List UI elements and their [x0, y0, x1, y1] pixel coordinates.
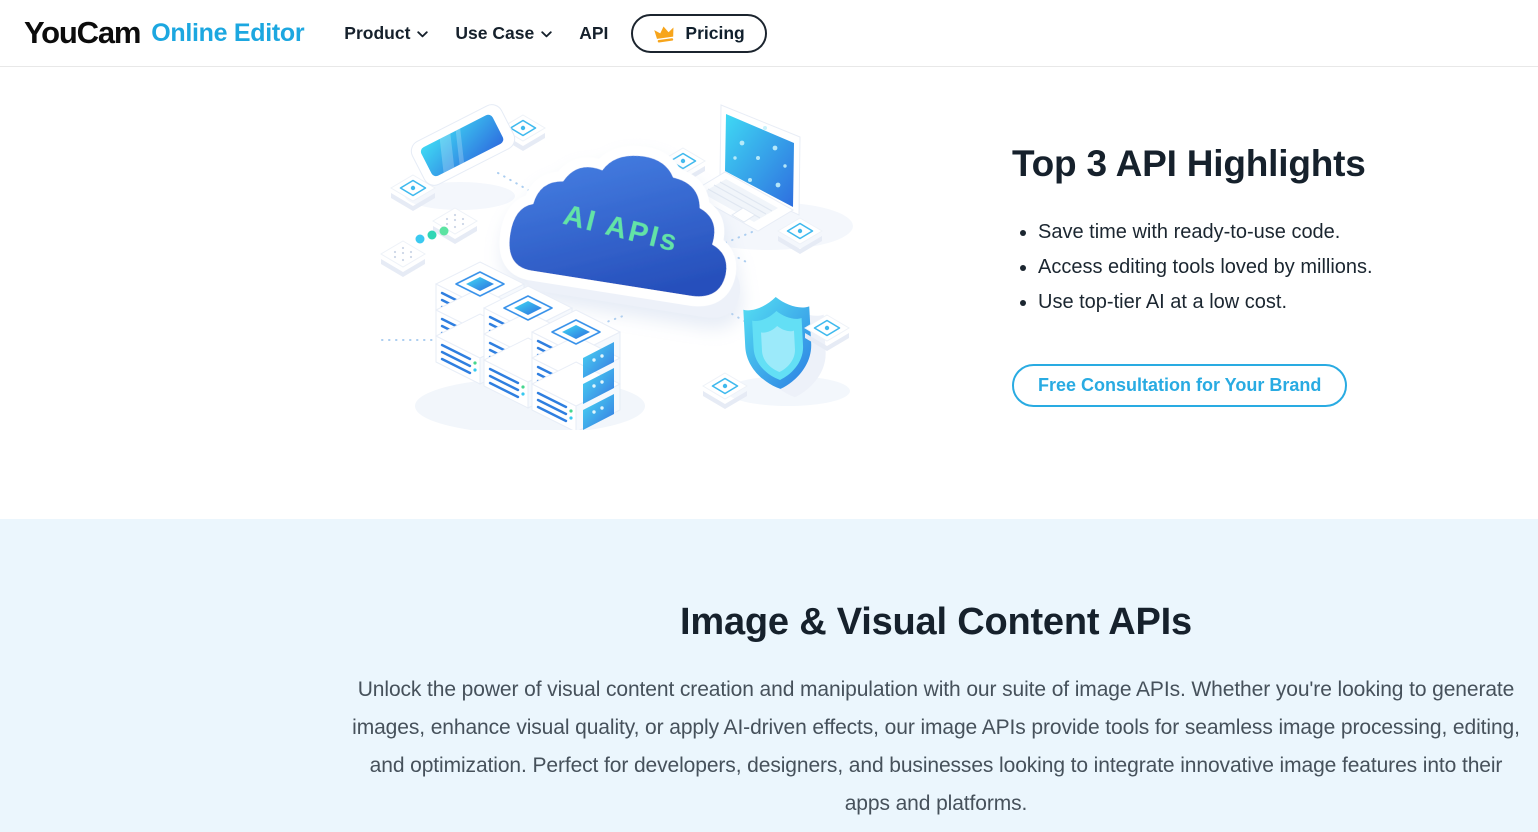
- chevron-down-icon: [541, 31, 552, 38]
- hero-bullet-list: Save time with ready-to-use code. Access…: [1012, 215, 1492, 320]
- hero-copy: Top 3 API Highlights Save time with read…: [1012, 143, 1492, 407]
- nav-item-label: Use Case: [455, 23, 534, 44]
- nav-item-label: Product: [344, 23, 410, 44]
- image-apis-inner: Image & Visual Content APIs Unlock the p…: [0, 519, 1538, 823]
- hero-bullet: Access editing tools loved by millions.: [1038, 250, 1492, 285]
- dot-tile-icon: [433, 208, 477, 244]
- nav-item-label: API: [579, 23, 608, 44]
- nav-item-api[interactable]: API: [579, 23, 608, 44]
- pricing-label: Pricing: [685, 23, 744, 44]
- api-cloud-illustration: AI APIs: [380, 88, 880, 430]
- hero-section: AI APIs: [0, 67, 1538, 519]
- cta-row: Free Consultation for Your Brand: [1012, 364, 1492, 407]
- section-description: Unlock the power of visual content creat…: [349, 671, 1524, 823]
- nav-item-use-case[interactable]: Use Case: [455, 23, 552, 44]
- pricing-button[interactable]: Pricing: [631, 14, 766, 53]
- hero-bullet: Use top-tier AI at a low cost.: [1038, 285, 1492, 320]
- progress-dots: [416, 227, 449, 244]
- free-consultation-button[interactable]: Free Consultation for Your Brand: [1012, 364, 1347, 407]
- section-title: Image & Visual Content APIs: [0, 601, 1538, 644]
- dot-tile-icon: [381, 241, 425, 277]
- nav-item-product[interactable]: Product: [344, 23, 428, 44]
- logo-product-name: Online Editor: [151, 19, 304, 48]
- chevron-down-icon: [417, 31, 428, 38]
- youcam-logo[interactable]: YouCam Online Editor: [24, 15, 304, 51]
- youcam-api-landing-page: YouCam Online Editor Product Use Case AP…: [0, 0, 1538, 832]
- logo-wordmark: YouCam: [24, 15, 140, 51]
- image-apis-section: Image & Visual Content APIs Unlock the p…: [0, 519, 1538, 832]
- top-nav-bar: YouCam Online Editor Product Use Case AP…: [0, 0, 1538, 67]
- crown-icon: [653, 24, 676, 43]
- hero-title: Top 3 API Highlights: [1012, 143, 1492, 185]
- hero-bullet: Save time with ready-to-use code.: [1038, 215, 1492, 250]
- main-nav: Product Use Case API Pricing: [344, 14, 766, 53]
- phone-illustration: [408, 101, 519, 189]
